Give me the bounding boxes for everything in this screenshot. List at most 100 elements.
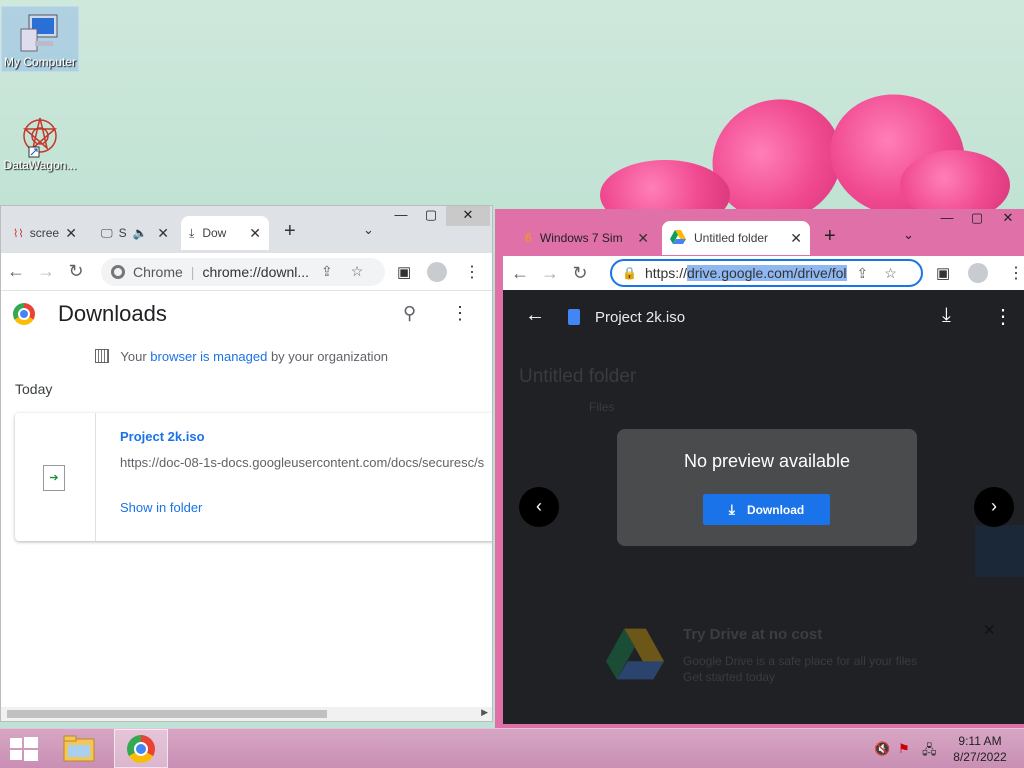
side-panel-icon[interactable]: ▣	[936, 264, 950, 282]
bg-files-label: Files	[589, 400, 615, 414]
tab-label: Untitled folder	[694, 231, 769, 245]
start-button[interactable]	[10, 737, 38, 761]
address-bar[interactable]: Chrome | chrome://downl... ⇪ ☆	[101, 257, 385, 286]
downloads-page: Downloads ⚲ ⋮ Your browser is managed by…	[1, 290, 492, 721]
page-title: Downloads	[58, 301, 167, 326]
desktop-icon-my-computer[interactable]: My Computer	[1, 6, 79, 72]
next-file-button[interactable]: ›	[974, 487, 1014, 527]
tab-search-chevron-icon[interactable]: ⌄	[903, 227, 914, 243]
tab-label: S	[118, 226, 127, 240]
windows-logo-icon	[10, 737, 38, 761]
tab-screenshot[interactable]: ⌇⌇ scree ✕	[5, 216, 85, 250]
promo-drive-logo	[606, 628, 664, 685]
menu-kebab-icon[interactable]: ⋮	[1008, 263, 1024, 283]
promo-close-icon[interactable]: ✕	[983, 621, 996, 639]
maximize-button[interactable]: ▢	[416, 206, 446, 226]
share-icon[interactable]: ⇪	[857, 265, 869, 282]
reload-button[interactable]: ↻	[61, 261, 91, 282]
close-window-button[interactable]: ✕	[446, 206, 490, 226]
viewer-back-icon[interactable]: ←	[525, 304, 545, 327]
tab-downloads[interactable]: ⤓ Dow ✕	[181, 216, 269, 250]
window-controls: — ▢ ✕	[932, 209, 1024, 229]
bg-folder-title: Untitled folder	[519, 366, 637, 387]
building-icon	[95, 349, 109, 363]
search-icon[interactable]: ⚲	[403, 303, 416, 324]
managed-suffix: by your organization	[267, 349, 389, 364]
clock-time: 9:11 AM	[958, 734, 1002, 748]
close-window-button[interactable]: ✕	[992, 209, 1024, 229]
address-bar[interactable]: 🔒 https://drive.google.com/drive/fol ⇪ ☆	[610, 259, 923, 287]
back-button[interactable]: ←	[505, 263, 535, 284]
volume-muted-icon[interactable]: 🔇	[874, 741, 890, 757]
promo-title: Try Drive at no cost	[683, 626, 823, 643]
viewer-more-icon[interactable]: ⋮	[993, 304, 1013, 329]
forward-button[interactable]: →	[31, 261, 61, 282]
managed-prefix: Your	[120, 349, 151, 364]
menu-kebab-icon[interactable]: ⋮	[464, 262, 480, 282]
file-type-icon	[568, 309, 580, 325]
scrollbar-thumb[interactable]	[7, 710, 327, 718]
window-controls: — ▢ ✕	[386, 206, 490, 226]
close-tab-icon[interactable]: ✕	[65, 225, 77, 242]
back-button[interactable]: ←	[1, 261, 31, 282]
scroll-right-icon[interactable]: ▶	[481, 707, 488, 718]
download-file-name[interactable]: Project 2k.iso	[120, 429, 205, 444]
address-divider: |	[190, 263, 195, 280]
close-tab-icon[interactable]: ✕	[249, 225, 261, 242]
tab-s[interactable]: 🖵 S 🔈 ✕	[93, 216, 177, 250]
downloads-window: — ▢ ✕ ⌇⌇ scree ✕ 🖵 S 🔈 ✕ ⤓ Dow ✕ + ⌄ ← →…	[0, 205, 493, 722]
chrome-taskbar-button[interactable]	[114, 729, 168, 768]
bookmark-star-icon[interactable]: ☆	[351, 263, 364, 280]
managed-link[interactable]: browser is managed	[150, 349, 267, 364]
viewer-download-icon[interactable]: ⤓	[942, 304, 951, 327]
maximize-button[interactable]: ▢	[962, 209, 992, 229]
desktop-icon-label: DataWagon...	[3, 158, 77, 172]
datawagon-logo-icon	[17, 114, 63, 158]
tab-favicon-icon: ⌇⌇	[13, 227, 24, 240]
tab-label: scree	[29, 226, 60, 240]
tab-label: Dow	[202, 226, 227, 240]
side-panel-icon[interactable]: ▣	[397, 263, 411, 281]
reload-button[interactable]: ↻	[565, 263, 595, 284]
profile-avatar[interactable]	[968, 263, 988, 283]
share-icon[interactable]: ⇪	[321, 263, 333, 280]
minimize-button[interactable]: —	[386, 206, 416, 226]
tab-windows-7-sim[interactable]: ϐ Windows 7 Sim ✕	[517, 221, 657, 255]
show-in-folder-link[interactable]: Show in folder	[120, 500, 202, 515]
new-tab-button[interactable]: +	[284, 220, 296, 243]
close-tab-icon[interactable]: ✕	[637, 230, 649, 247]
chrome-logo-icon	[111, 264, 125, 279]
tab-favicon-icon: ϐ	[525, 231, 532, 245]
network-icon[interactable]: 🖧	[922, 741, 937, 763]
file-icon: ➔	[43, 465, 65, 491]
viewer-file-name: Project 2k.iso	[595, 309, 686, 326]
close-tab-icon[interactable]: ✕	[157, 225, 169, 242]
bookmark-star-icon[interactable]: ☆	[884, 265, 897, 282]
close-tab-icon[interactable]: ✕	[790, 230, 802, 247]
more-options-icon[interactable]: ⋮	[451, 303, 469, 324]
download-file-url: https://doc-08-1s-docs.googleusercontent…	[120, 455, 485, 470]
computer-icon	[17, 11, 63, 55]
address-prefix: Chrome	[133, 263, 183, 280]
folder-icon	[63, 735, 95, 762]
minimize-button[interactable]: —	[932, 209, 962, 229]
tab-search-chevron-icon[interactable]: ⌄	[363, 222, 374, 238]
new-tab-button[interactable]: +	[824, 225, 836, 248]
file-explorer-button[interactable]	[62, 733, 100, 765]
desktop-icon-datawagon[interactable]: DataWagon...	[1, 110, 79, 176]
address-scheme: https://	[644, 265, 687, 281]
bg-file-thumbnail	[975, 525, 1024, 577]
managed-notice: Your browser is managed by your organiza…	[95, 349, 388, 364]
forward-button[interactable]: →	[535, 263, 565, 284]
tab-untitled-folder[interactable]: Untitled folder ✕	[662, 221, 810, 255]
address-text: chrome://downl...	[202, 263, 310, 280]
download-button[interactable]: ⤓ Download	[703, 494, 830, 525]
download-icon: ⤓	[189, 225, 195, 240]
no-preview-text: No preview available	[683, 451, 851, 471]
horizontal-scrollbar[interactable]: ▶	[1, 707, 492, 721]
previous-file-button[interactable]: ‹	[519, 487, 559, 527]
clock[interactable]: 9:11 AM 8/27/2022	[946, 733, 1014, 765]
profile-avatar[interactable]	[427, 261, 447, 282]
speaker-icon: 🔈	[132, 226, 148, 240]
action-center-flag-icon[interactable]: ⚑	[898, 741, 910, 757]
